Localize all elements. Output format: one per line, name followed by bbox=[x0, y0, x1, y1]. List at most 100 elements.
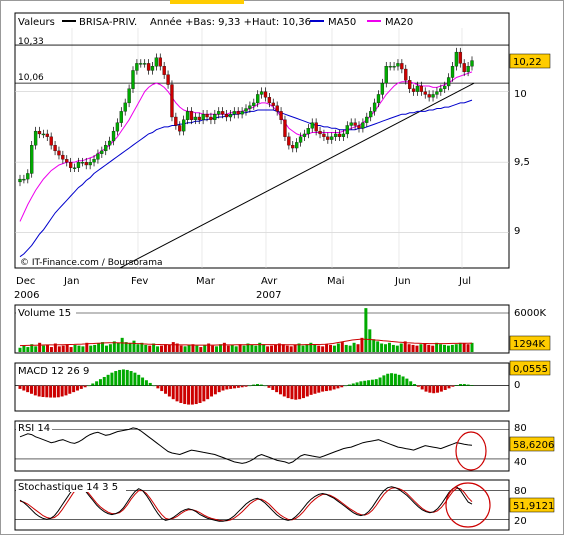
candle-body bbox=[154, 57, 159, 67]
volume-bar bbox=[234, 346, 238, 352]
volume-bar bbox=[281, 344, 285, 352]
candle-body bbox=[291, 145, 295, 149]
macd-bar bbox=[271, 385, 275, 390]
volume-bar bbox=[427, 344, 431, 352]
volume-bar bbox=[187, 344, 191, 352]
volume-bar bbox=[81, 346, 85, 352]
candle-body bbox=[115, 122, 120, 132]
volume-bar bbox=[325, 344, 329, 352]
macd-bar bbox=[370, 379, 374, 386]
volume-bar bbox=[167, 344, 171, 352]
candle-body bbox=[454, 51, 459, 67]
macd-bar bbox=[213, 385, 217, 395]
macd-bar bbox=[87, 385, 91, 387]
candle-body bbox=[400, 63, 404, 70]
macd-bar bbox=[41, 385, 45, 398]
macd-bar bbox=[133, 372, 137, 386]
candle-body bbox=[369, 111, 373, 118]
candle-body bbox=[431, 94, 435, 98]
macd-bar bbox=[210, 385, 214, 397]
legend-ma50: MA50 bbox=[328, 17, 356, 28]
candle-body bbox=[158, 57, 162, 67]
candle-body bbox=[462, 63, 466, 73]
macd-bar bbox=[405, 378, 409, 386]
macd-bar bbox=[252, 384, 256, 386]
candle-body bbox=[30, 145, 34, 174]
volume-bar bbox=[254, 345, 258, 352]
volume-bar bbox=[73, 344, 77, 352]
candle-body bbox=[88, 162, 92, 166]
volume-bar bbox=[42, 345, 46, 352]
candle-body bbox=[446, 77, 451, 87]
legend-symbol: BRISA-PRIV. bbox=[79, 17, 137, 28]
candle-body bbox=[439, 88, 443, 92]
volume-bar bbox=[450, 344, 454, 352]
candle-body bbox=[189, 111, 194, 120]
rsi-ytick-80: 80 bbox=[514, 423, 527, 434]
candle-body bbox=[143, 63, 147, 65]
price-plot-area bbox=[14, 12, 510, 269]
volume-bar bbox=[34, 346, 38, 352]
volume-bar bbox=[89, 345, 93, 352]
watermark: © IT-Finance.com / Boursorama bbox=[20, 258, 162, 268]
volume-bar bbox=[266, 346, 270, 352]
candle-body bbox=[314, 122, 318, 132]
candle-body bbox=[57, 150, 61, 156]
stochastic-ytick-80: 80 bbox=[514, 486, 527, 497]
candle-body bbox=[248, 105, 252, 109]
macd-bar bbox=[156, 385, 160, 389]
macd-bar bbox=[321, 385, 325, 392]
macd-bar bbox=[194, 385, 198, 405]
macd-bar bbox=[75, 385, 79, 391]
candle-body bbox=[298, 136, 303, 143]
candle-body bbox=[131, 70, 135, 89]
candle-body bbox=[396, 63, 400, 67]
macd-bar bbox=[428, 385, 432, 393]
volume-bar bbox=[22, 345, 26, 352]
macd-bar bbox=[229, 385, 233, 389]
volume-bar bbox=[380, 343, 384, 352]
volume-bar bbox=[108, 344, 112, 352]
candle-body bbox=[365, 116, 369, 123]
macd-bar bbox=[275, 385, 279, 393]
macd-bar bbox=[409, 381, 413, 386]
macd-bar bbox=[286, 385, 290, 399]
macd-bar bbox=[359, 381, 363, 386]
candle-body bbox=[263, 91, 268, 98]
macd-bar bbox=[344, 385, 348, 387]
volume-bar bbox=[46, 344, 50, 352]
macd-bar bbox=[332, 385, 336, 390]
volume-bar bbox=[293, 344, 297, 352]
macd-bar bbox=[225, 385, 229, 390]
candle-body bbox=[466, 66, 470, 73]
volume-bar bbox=[376, 341, 380, 352]
candle-body bbox=[123, 102, 127, 112]
candle-body bbox=[228, 114, 233, 118]
macd-bar bbox=[263, 385, 267, 387]
macd-bar bbox=[202, 385, 206, 402]
macd-bar bbox=[351, 383, 355, 386]
candle-body bbox=[357, 125, 361, 129]
price-ytick-10: 10 bbox=[514, 89, 527, 100]
volume-panel: Volume 15 6000K 1294K bbox=[14, 304, 551, 354]
candle-body bbox=[193, 116, 197, 120]
macd-bar bbox=[121, 369, 125, 386]
macd-bar bbox=[298, 385, 302, 400]
candle-body bbox=[61, 154, 65, 160]
month-label-mar: Mar bbox=[196, 276, 216, 287]
candle-body bbox=[185, 111, 190, 120]
macd-bar bbox=[98, 379, 102, 386]
volume-bar bbox=[332, 345, 336, 352]
volume-bar bbox=[171, 342, 175, 352]
volume-bar bbox=[360, 337, 364, 352]
volume-bar bbox=[395, 345, 399, 352]
macd-bar bbox=[416, 385, 420, 387]
macd-bar bbox=[459, 384, 463, 386]
candle-body bbox=[119, 111, 123, 123]
candle-body bbox=[41, 133, 46, 136]
volume-bar bbox=[61, 345, 65, 352]
candle-body bbox=[107, 140, 112, 146]
macd-bar bbox=[33, 385, 37, 396]
candle-body bbox=[236, 111, 240, 115]
candle-body bbox=[353, 122, 357, 126]
